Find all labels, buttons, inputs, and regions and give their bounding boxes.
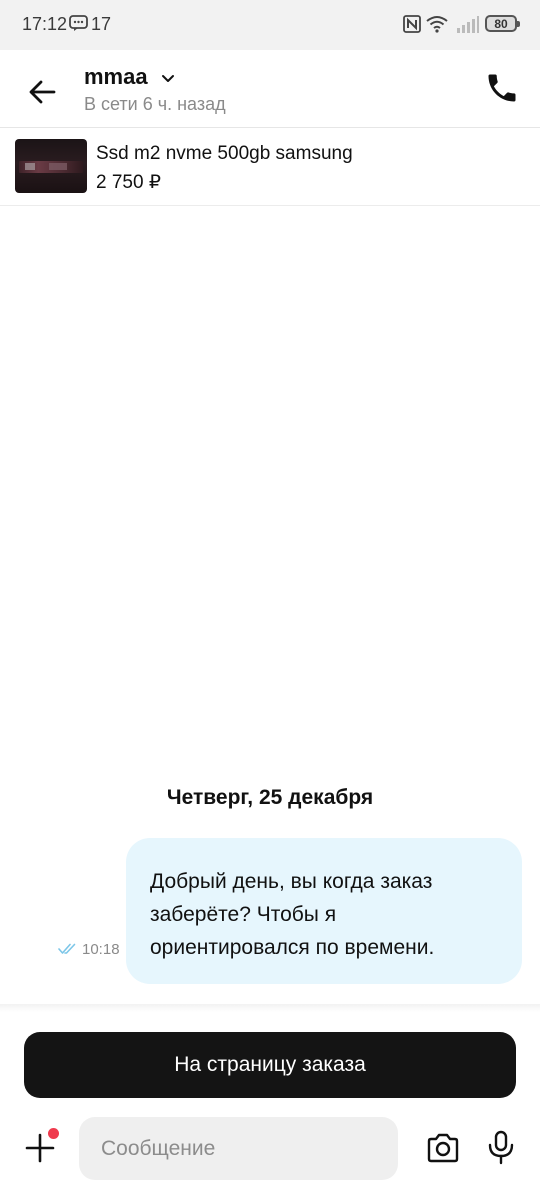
message-input[interactable] <box>79 1117 398 1180</box>
nfc-icon <box>403 15 421 33</box>
phone-icon <box>488 74 516 102</box>
contact-name[interactable]: mmaa <box>84 64 148 90</box>
product-title: Ssd m2 nvme 500gb samsung <box>96 143 353 164</box>
double-check-icon <box>58 943 76 954</box>
message-meta: 10:18 <box>58 939 120 959</box>
message-icon <box>69 15 88 31</box>
back-arrow-icon <box>29 80 56 104</box>
contact-status: В сети 6 ч. назад <box>84 94 226 114</box>
bottom-panel-shadow <box>0 1004 540 1012</box>
back-button[interactable] <box>24 74 60 110</box>
wifi-icon <box>426 16 448 33</box>
call-button[interactable] <box>484 70 520 106</box>
product-card[interactable]: Ssd m2 nvme 500gb samsung 2 750 ₽ <box>0 128 540 206</box>
notification-count: 17 <box>91 14 112 34</box>
battery-level: 80 <box>494 16 508 31</box>
attach-badge-dot <box>48 1128 59 1139</box>
chat-screen: 17:12 17 80 mmaa В сети 6 ч. назад Ssd m… <box>0 0 540 1200</box>
chat-header: mmaa В сети 6 ч. назад <box>0 50 540 128</box>
product-price: 2 750 ₽ <box>96 172 161 193</box>
order-page-button[interactable]: На страницу заказа <box>24 1032 516 1098</box>
microphone-icon <box>488 1130 514 1165</box>
message-time: 10:18 <box>82 940 120 958</box>
battery-icon: 80 <box>485 15 520 32</box>
status-time: 17:12 <box>22 14 68 34</box>
microphone-button[interactable] <box>482 1128 520 1166</box>
date-separator: Четверг, 25 декабря <box>166 786 374 809</box>
camera-button[interactable] <box>424 1129 462 1167</box>
chevron-down-icon[interactable] <box>160 70 176 86</box>
signal-icon <box>457 16 479 33</box>
camera-icon <box>427 1133 459 1163</box>
product-thumbnail <box>15 139 87 193</box>
status-bar: 17:12 17 80 <box>0 0 540 50</box>
message-bubble[interactable]: Добрый день, вы когда заказ заберёте? Чт… <box>126 838 522 984</box>
product-divider <box>0 205 540 206</box>
